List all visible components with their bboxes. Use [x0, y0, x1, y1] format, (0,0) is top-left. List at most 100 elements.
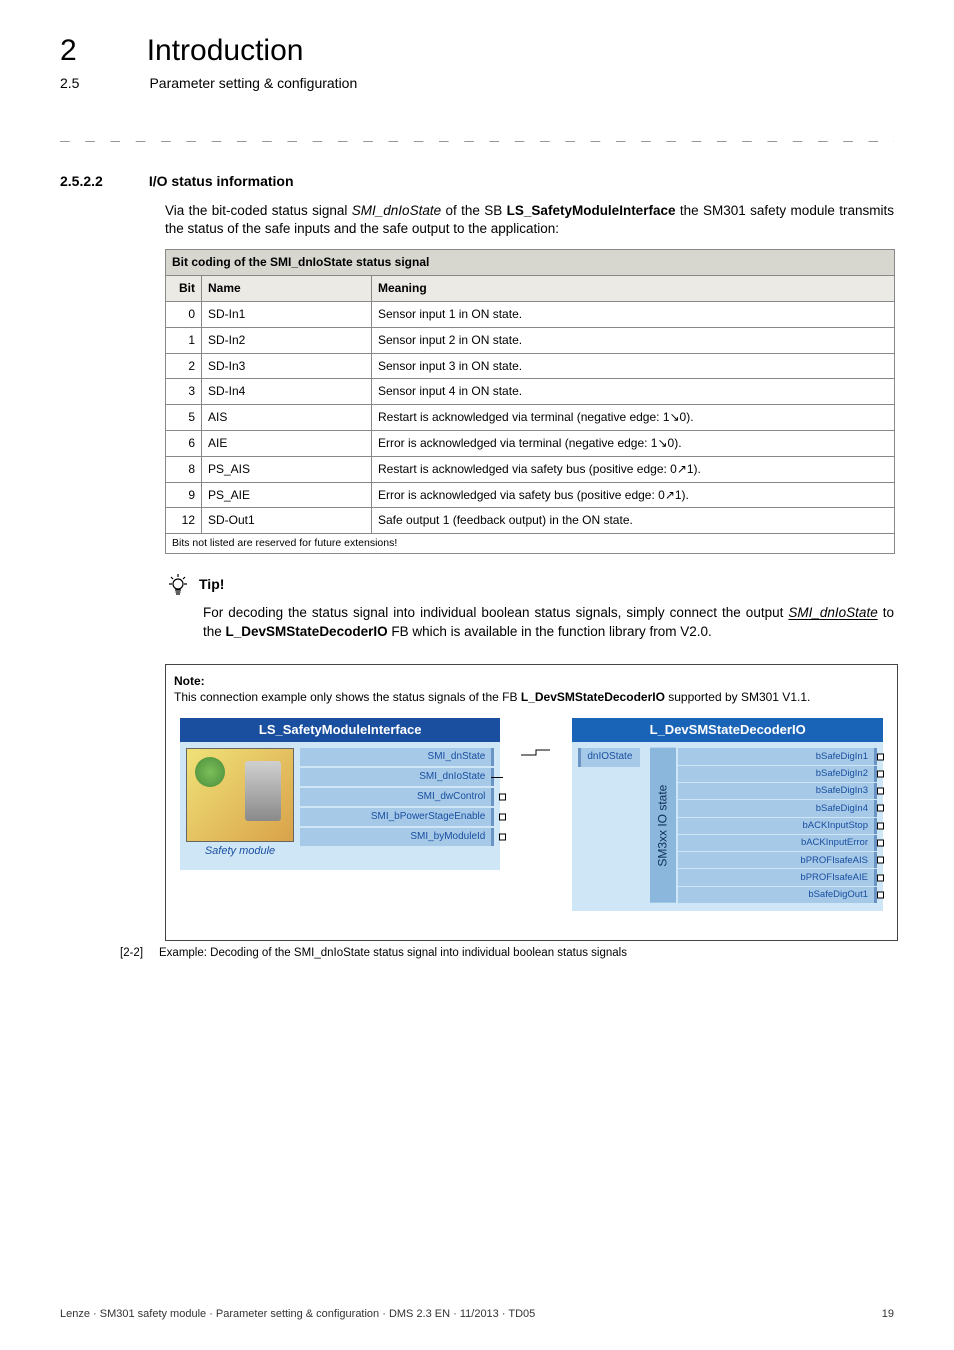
subsection-number: 2.5.2.2	[60, 172, 103, 192]
footer-left: Lenze · SM301 safety module · Parameter …	[60, 1307, 535, 1322]
table-caption-row: Bit coding of the SMI_dnIoState status s…	[166, 250, 895, 276]
name-cell: AIS	[202, 405, 372, 431]
tip-block: Tip! For decoding the status signal into…	[165, 572, 894, 642]
tip-body: For decoding the status signal into indi…	[203, 604, 894, 642]
fb-name: L_DevSMStateDecoderIO	[226, 624, 388, 639]
output-port: bSafeDigOut1	[678, 887, 877, 903]
decoder-block: L_DevSMStateDecoderIO dnIOState SM3xx IO…	[572, 718, 883, 911]
table-footnote-row: Bits not listed are reserved for future …	[166, 534, 895, 554]
name-cell: SD-In2	[202, 327, 372, 353]
text: Via the bit-coded status signal	[165, 203, 352, 218]
table-row: 0SD-In1Sensor input 1 in ON state.	[166, 301, 895, 327]
meaning-cell: Sensor input 4 in ON state.	[372, 379, 895, 405]
meaning-cell: Safe output 1 (feedback output) in the O…	[372, 508, 895, 534]
fb-name: L_DevSMStateDecoderIO	[521, 690, 665, 704]
figure-ref: [2-2]	[120, 945, 143, 961]
output-port: bSafeDigIn4	[678, 800, 877, 816]
safety-module-image	[186, 748, 294, 842]
input-port: dnIOState	[578, 748, 640, 767]
name-cell: PS_AIE	[202, 482, 372, 508]
chapter-title: Introduction	[147, 30, 304, 72]
text: supported by SM301 V1.1.	[665, 690, 810, 704]
name-cell: SD-Out1	[202, 508, 372, 534]
module-label: Safety module	[186, 842, 294, 861]
bit-cell: 12	[166, 508, 202, 534]
section-title: Parameter setting & configuration	[149, 74, 357, 94]
output-port: bSafeDigIn1	[678, 748, 877, 764]
text: FB which is available in the function li…	[388, 624, 712, 639]
subsection-title: I/O status information	[149, 172, 294, 192]
text: of the SB	[441, 203, 507, 218]
signal-name: SMI_dnIoState	[788, 605, 877, 620]
block-title: LS_SafetyModuleInterface	[180, 718, 500, 742]
output-port-list: bSafeDigIn1bSafeDigIn2bSafeDigIn3bSafeDi…	[678, 748, 877, 903]
text: For decoding the status signal into indi…	[203, 605, 788, 620]
bit-cell: 2	[166, 353, 202, 379]
output-port: bSafeDigIn3	[678, 783, 877, 799]
section-heading: 2.5 Parameter setting & configuration	[60, 74, 894, 94]
wire-connector-icon	[524, 742, 548, 922]
note-box: Note: This connection example only shows…	[165, 664, 898, 942]
meaning-cell: Error is acknowledged via safety bus (po…	[372, 482, 895, 508]
signal-name: SMI_dnIoState	[352, 203, 441, 218]
table-caption: Bit coding of the SMI_dnIoState status s…	[166, 250, 895, 276]
meaning-cell: Restart is acknowledged via terminal (ne…	[372, 405, 895, 431]
chapter-number: 2	[60, 30, 77, 72]
table-row: 1SD-In2Sensor input 2 in ON state.	[166, 327, 895, 353]
bit-cell: 9	[166, 482, 202, 508]
output-port: bACKInputError	[678, 835, 877, 851]
horizontal-rule: _ _ _ _ _ _ _ _ _ _ _ _ _ _ _ _ _ _ _ _ …	[60, 122, 894, 144]
table-header-row: Bit Name Meaning	[166, 276, 895, 302]
table-row: 12SD-Out1Safe output 1 (feedback output)…	[166, 508, 895, 534]
bit-coding-table: Bit coding of the SMI_dnIoState status s…	[165, 249, 895, 553]
output-port: bACKInputStop	[678, 818, 877, 834]
table-row: 2SD-In3Sensor input 3 in ON state.	[166, 353, 895, 379]
output-port: SMI_dnState	[300, 748, 494, 766]
section-number: 2.5	[60, 74, 79, 94]
decoder-core-label: SM3xx IO state	[650, 748, 676, 903]
bit-cell: 8	[166, 456, 202, 482]
note-heading: Note:	[174, 673, 889, 690]
bit-cell: 3	[166, 379, 202, 405]
col-header-name: Name	[202, 276, 372, 302]
name-cell: SD-In3	[202, 353, 372, 379]
intro-paragraph: Via the bit-coded status signal SMI_dnIo…	[165, 202, 894, 240]
block-title: L_DevSMStateDecoderIO	[572, 718, 883, 742]
footer-page-number: 19	[882, 1307, 894, 1322]
subsection-heading: 2.5.2.2 I/O status information	[60, 172, 894, 192]
chapter-heading: 2 Introduction	[60, 30, 894, 72]
note-body: This connection example only shows the s…	[174, 689, 889, 706]
text: This connection example only shows the s…	[174, 690, 521, 704]
output-port-list: SMI_dnStateSMI_dnIoStateSMI_dwControlSMI…	[300, 748, 494, 861]
table-footnote: Bits not listed are reserved for future …	[166, 534, 895, 554]
col-header-bit: Bit	[166, 276, 202, 302]
output-port: bPROFIsafeAIE	[678, 869, 877, 885]
meaning-cell: Sensor input 1 in ON state.	[372, 301, 895, 327]
name-cell: PS_AIS	[202, 456, 372, 482]
output-port: SMI_byModuleId	[300, 828, 494, 846]
table-row: 3SD-In4Sensor input 4 in ON state.	[166, 379, 895, 405]
block-name: LS_SafetyModuleInterface	[507, 203, 676, 218]
figure-text: Example: Decoding of the SMI_dnIoState s…	[159, 945, 627, 961]
table-row: 8PS_AISRestart is acknowledged via safet…	[166, 456, 895, 482]
safety-module-interface-block: LS_SafetyModuleInterface Safety module S…	[180, 718, 500, 870]
table-row: 5AISRestart is acknowledged via terminal…	[166, 405, 895, 431]
col-header-meaning: Meaning	[372, 276, 895, 302]
name-cell: SD-In1	[202, 301, 372, 327]
meaning-cell: Restart is acknowledged via safety bus (…	[372, 456, 895, 482]
table-row: 9PS_AIEError is acknowledged via safety …	[166, 482, 895, 508]
output-port: bPROFIsafeAIS	[678, 852, 877, 868]
tip-label: Tip!	[199, 575, 224, 595]
name-cell: AIE	[202, 430, 372, 456]
output-port: SMI_bPowerStageEnable	[300, 808, 494, 826]
block-diagram: LS_SafetyModuleInterface Safety module S…	[174, 714, 889, 934]
output-port: SMI_dwControl	[300, 788, 494, 806]
figure-caption: [2-2] Example: Decoding of the SMI_dnIoS…	[120, 945, 894, 961]
bit-cell: 6	[166, 430, 202, 456]
lightbulb-icon	[165, 572, 191, 598]
meaning-cell: Sensor input 2 in ON state.	[372, 327, 895, 353]
meaning-cell: Error is acknowledged via terminal (nega…	[372, 430, 895, 456]
bit-cell: 0	[166, 301, 202, 327]
bit-cell: 1	[166, 327, 202, 353]
meaning-cell: Sensor input 3 in ON state.	[372, 353, 895, 379]
